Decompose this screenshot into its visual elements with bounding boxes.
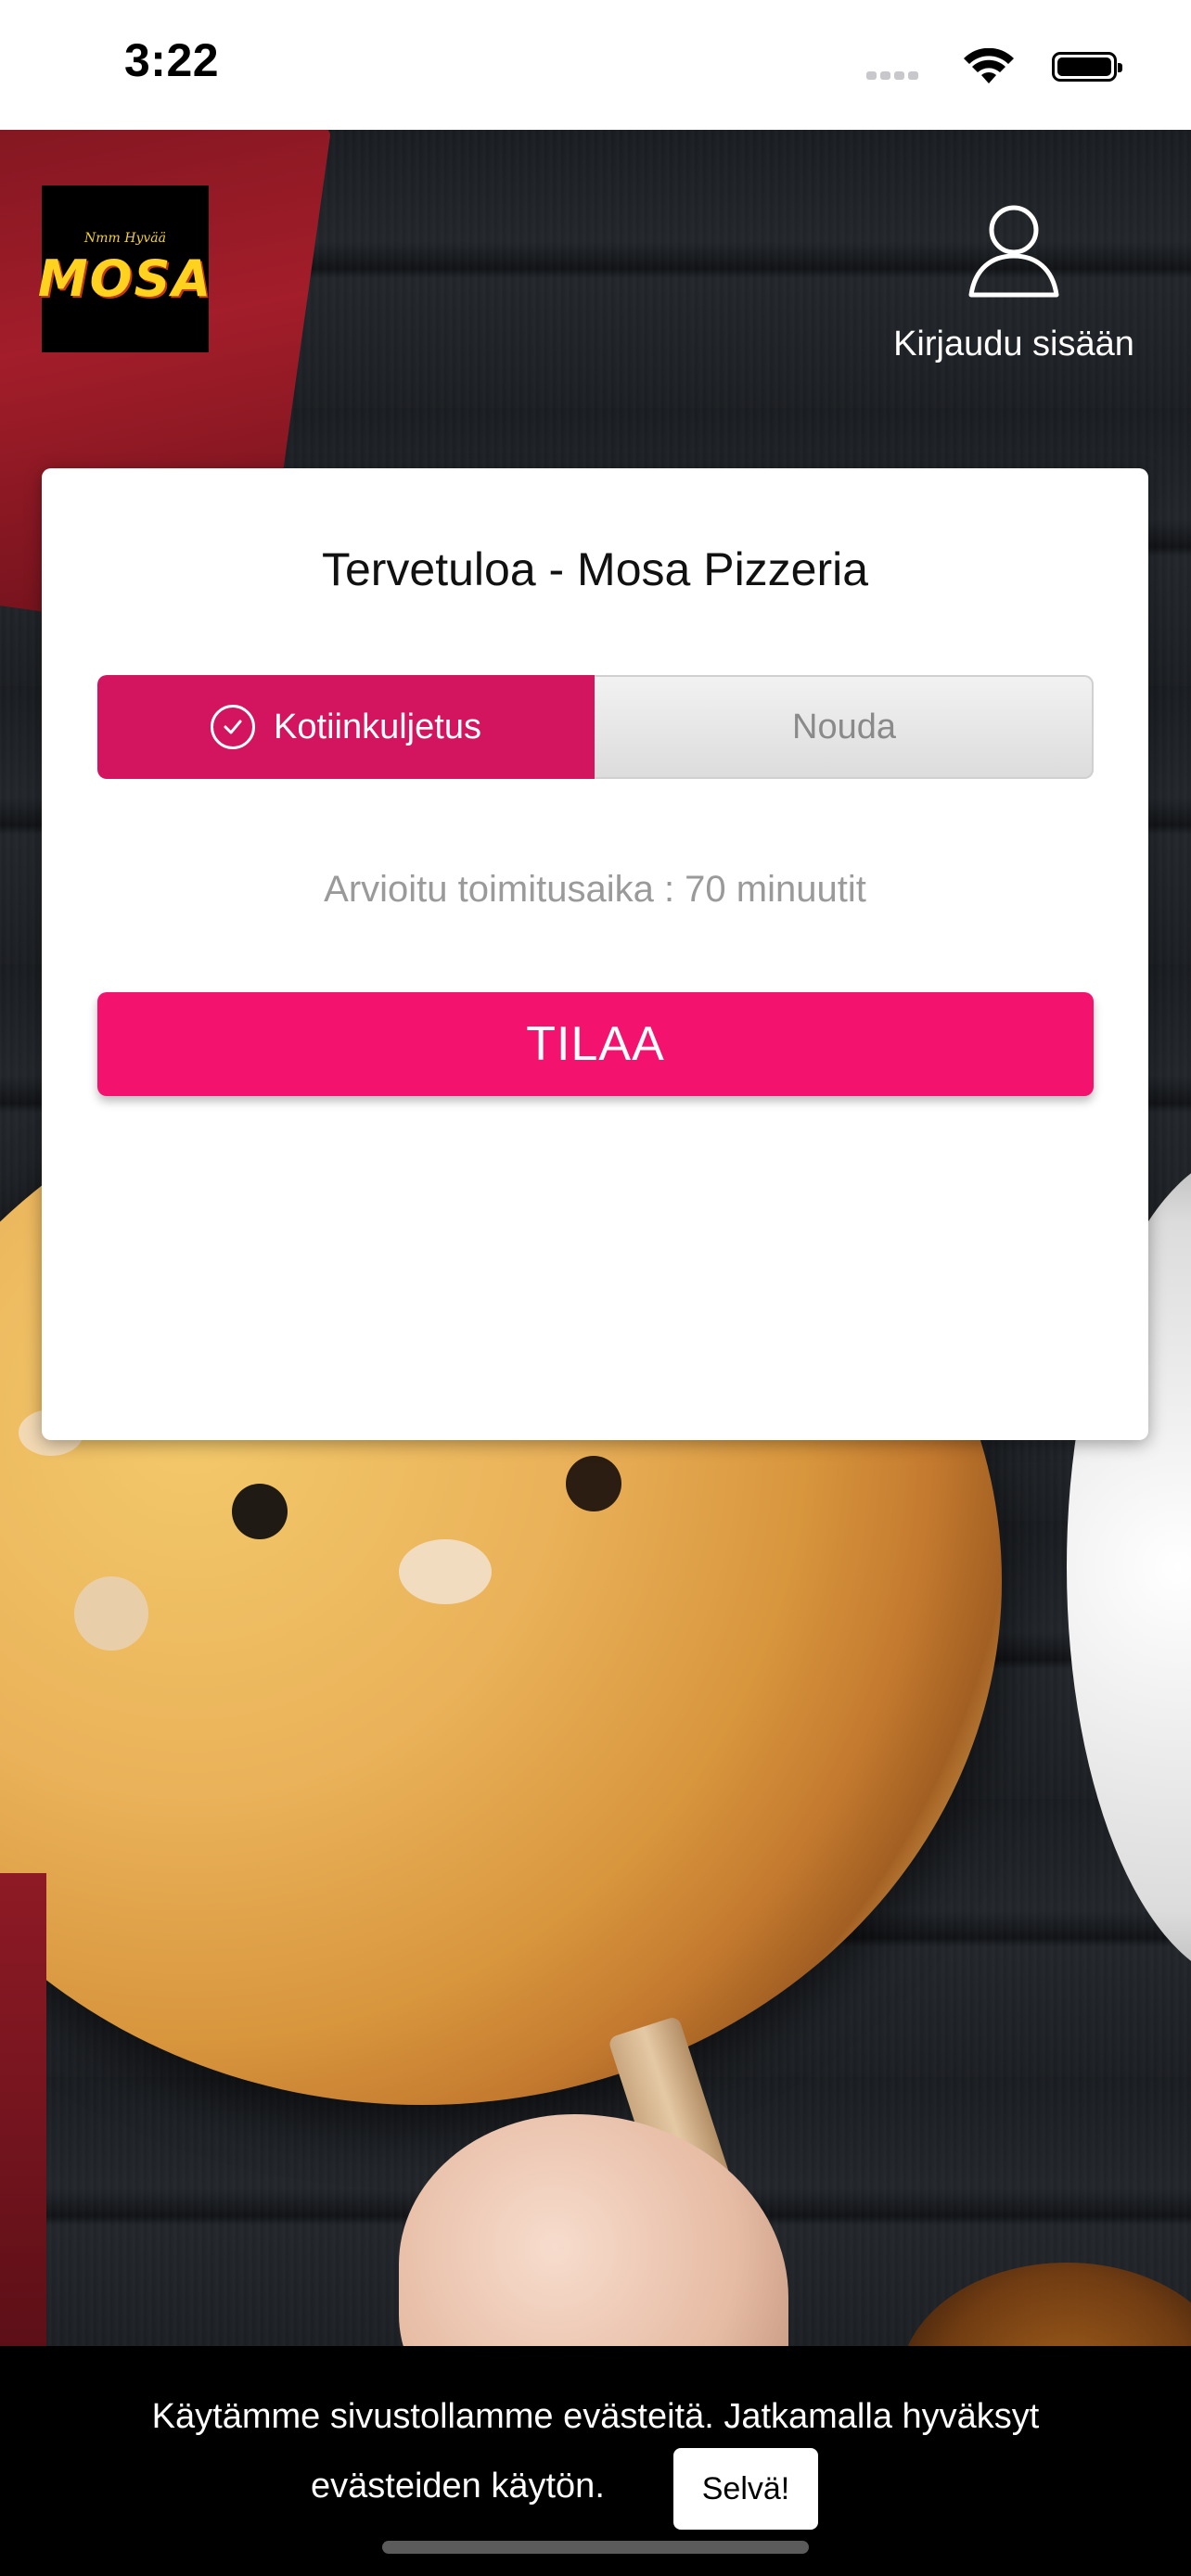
napkin-image	[0, 1873, 46, 2346]
user-icon	[968, 205, 1059, 298]
delivery-eta: Arvioitu toimitusaika : 70 minuutit	[324, 869, 866, 910]
cookie-text: Käytämme sivustollamme evästeitä. Jatkam…	[151, 2397, 1040, 2436]
pickup-option-label: Nouda	[792, 707, 896, 746]
wifi-icon	[964, 48, 1014, 83]
login-label: Kirjaudu sisään	[893, 325, 1134, 363]
welcome-card: Tervetuloa - Mosa Pizzeria Kotiinkuljetu…	[42, 468, 1148, 1440]
logo-brand: MOSA	[37, 249, 213, 308]
delivery-option[interactable]: Kotiinkuljetus	[97, 675, 595, 779]
pickup-option[interactable]: Nouda	[595, 675, 1094, 779]
status-time: 3:22	[124, 34, 220, 86]
delivery-mode-toggle: Kotiinkuljetus Nouda	[97, 675, 1094, 779]
status-icons	[839, 48, 1122, 85]
status-bar: 3:22	[0, 0, 1191, 130]
mosa-logo[interactable]: Nmm Hyvää MOSA	[38, 185, 211, 352]
signal-icon	[866, 70, 922, 80]
login-button[interactable]: Kirjaudu sisään	[879, 195, 1148, 364]
card-title: Tervetuloa - Mosa Pizzeria	[321, 543, 869, 595]
home-indicator[interactable]	[382, 2541, 809, 2554]
cookie-accept-button[interactable]: Selvä!	[673, 2448, 818, 2530]
battery-icon	[1052, 52, 1122, 82]
cookie-text: evästeiden käytön.	[311, 2467, 605, 2506]
check-circle-icon	[211, 705, 256, 749]
delivery-option-label: Kotiinkuljetus	[274, 707, 481, 746]
order-button[interactable]: TILAA	[97, 992, 1094, 1096]
logo-tagline: Nmm Hyvää	[84, 230, 166, 246]
